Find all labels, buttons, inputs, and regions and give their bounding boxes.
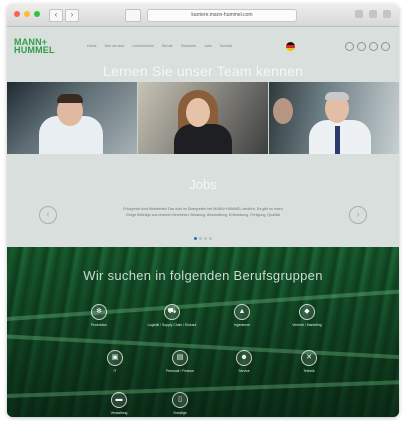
jobs-slider: ‹ Erfolgreich sind Mitarbeiter! Das wird… xyxy=(7,194,399,234)
de-flag-icon[interactable] xyxy=(286,42,295,51)
person-head xyxy=(186,98,210,127)
pager-dot[interactable] xyxy=(209,237,212,240)
team-photos xyxy=(7,82,399,154)
youtube-icon[interactable] xyxy=(381,42,390,51)
team-photo-2[interactable] xyxy=(138,82,268,154)
social-links xyxy=(345,42,390,51)
minimize-window-button[interactable] xyxy=(24,11,30,17)
slider-pagination xyxy=(7,237,399,240)
chevron-right-icon[interactable]: › xyxy=(349,206,367,224)
address-bar[interactable]: karriere.mann-hummel.com xyxy=(147,9,297,22)
logo[interactable]: MANN+ HUMMEL xyxy=(14,38,55,55)
category-other[interactable]: ▯ Sonstige xyxy=(150,392,210,415)
pager-dot[interactable] xyxy=(194,237,197,240)
team-photo-3[interactable] xyxy=(269,82,399,154)
chevron-left-icon[interactable]: ‹ xyxy=(39,206,57,224)
gear-icon: ✻ xyxy=(91,304,107,320)
category-technology[interactable]: ✕ Technik xyxy=(279,350,339,373)
category-logistics[interactable]: ⛟ Logistik / Supply Chain / Einkauf xyxy=(142,304,202,327)
nav-item-careers[interactable]: Berufe xyxy=(162,44,173,48)
sidebar-toggle-button[interactable] xyxy=(125,9,141,22)
tabs-icon[interactable] xyxy=(383,10,391,18)
tools-icon: ✕ xyxy=(301,350,317,366)
person-body xyxy=(174,124,232,154)
browser-actions xyxy=(355,10,391,18)
nav-item-home[interactable]: Home xyxy=(87,44,97,48)
truck-icon: ⛟ xyxy=(164,304,180,320)
careers-section: Wir suchen in folgenden Berufsgruppen ✻ … xyxy=(7,247,399,417)
helmet-icon: ▲ xyxy=(234,304,250,320)
team-photo-1[interactable] xyxy=(7,82,137,154)
category-label: Service xyxy=(238,369,250,373)
computer-icon: ▣ xyxy=(107,350,123,366)
person-hair xyxy=(57,94,83,103)
careers-title: Wir suchen in folgenden Berufsgruppen xyxy=(83,268,323,283)
category-label: Logistik / Supply Chain / Einkauf xyxy=(147,323,197,327)
machine-rail xyxy=(7,288,399,322)
person-tie xyxy=(335,126,340,154)
category-label: Personal / Finance xyxy=(165,369,195,373)
category-label: Produktion xyxy=(90,323,108,327)
browser-toolbar: ‹ › karriere.mann-hummel.com xyxy=(7,4,399,27)
category-sales[interactable]: ◆ Vertrieb / Marketing xyxy=(277,304,337,327)
category-service[interactable]: ☻ Service xyxy=(214,350,274,373)
clipboard-icon: ▯ xyxy=(172,392,188,408)
category-label: Verwaltung xyxy=(110,411,128,415)
nav-item-about[interactable]: Wer wir sind xyxy=(105,44,125,48)
jobs-text-line2: Einige Beiträge aus unseren Bereichen: B… xyxy=(126,213,280,217)
category-label: IT xyxy=(113,369,117,373)
team-icon: ☻ xyxy=(236,350,252,366)
close-window-button[interactable] xyxy=(14,11,20,17)
nav-item-contact[interactable]: Kontakt xyxy=(220,44,232,48)
nav-item-company[interactable]: Unternehmen xyxy=(132,44,154,48)
pager-dot[interactable] xyxy=(199,237,202,240)
forward-icon[interactable]: › xyxy=(65,9,79,22)
jobs-text: Erfolgreich sind Mitarbeiter! Das wird i… xyxy=(71,206,335,218)
share-icon[interactable] xyxy=(369,10,377,18)
nav-item-jobs[interactable]: Jobs xyxy=(204,44,212,48)
person-body xyxy=(309,120,371,154)
linkedin-icon[interactable] xyxy=(369,42,378,51)
site-header: MANN+ HUMMEL Home Wer wir sind Unternehm… xyxy=(7,35,399,63)
nav-item-locations[interactable]: Standorte xyxy=(181,44,197,48)
facebook-icon[interactable] xyxy=(345,42,354,51)
team-title: Lernen Sie unser Team kennen xyxy=(103,63,303,79)
colleague-head xyxy=(273,98,293,124)
category-engineers[interactable]: ▲ Ingenieure xyxy=(212,304,272,327)
pager-dot[interactable] xyxy=(204,237,207,240)
briefcase-icon: ▬ xyxy=(111,392,127,408)
category-admin[interactable]: ▬ Verwaltung xyxy=(89,392,149,415)
xing-icon[interactable] xyxy=(357,42,366,51)
category-production[interactable]: ✻ Produktion xyxy=(69,304,129,327)
main-nav: Home Wer wir sind Unternehmen Berufe Sta… xyxy=(87,44,232,48)
category-label: Ingenieure xyxy=(233,323,251,327)
download-icon[interactable] xyxy=(355,10,363,18)
back-icon[interactable]: ‹ xyxy=(49,9,63,22)
logo-line2: HUMMEL xyxy=(14,45,55,55)
category-label: Vertrieb / Marketing xyxy=(292,323,322,327)
window-controls xyxy=(14,11,40,17)
category-label: Sonstige xyxy=(173,411,187,415)
person-hair xyxy=(325,92,349,100)
category-hr-finance[interactable]: ▤ Personal / Finance xyxy=(150,350,210,373)
browser-window: ‹ › karriere.mann-hummel.com MANN+ HUMME… xyxy=(7,4,399,417)
category-it[interactable]: ▣ IT xyxy=(85,350,145,373)
zoom-window-button[interactable] xyxy=(34,11,40,17)
history-buttons: ‹ › xyxy=(49,9,79,22)
document-icon: ▤ xyxy=(172,350,188,366)
category-label: Technik xyxy=(303,369,315,373)
car-icon: ◆ xyxy=(299,304,315,320)
jobs-title: Jobs xyxy=(189,177,217,192)
